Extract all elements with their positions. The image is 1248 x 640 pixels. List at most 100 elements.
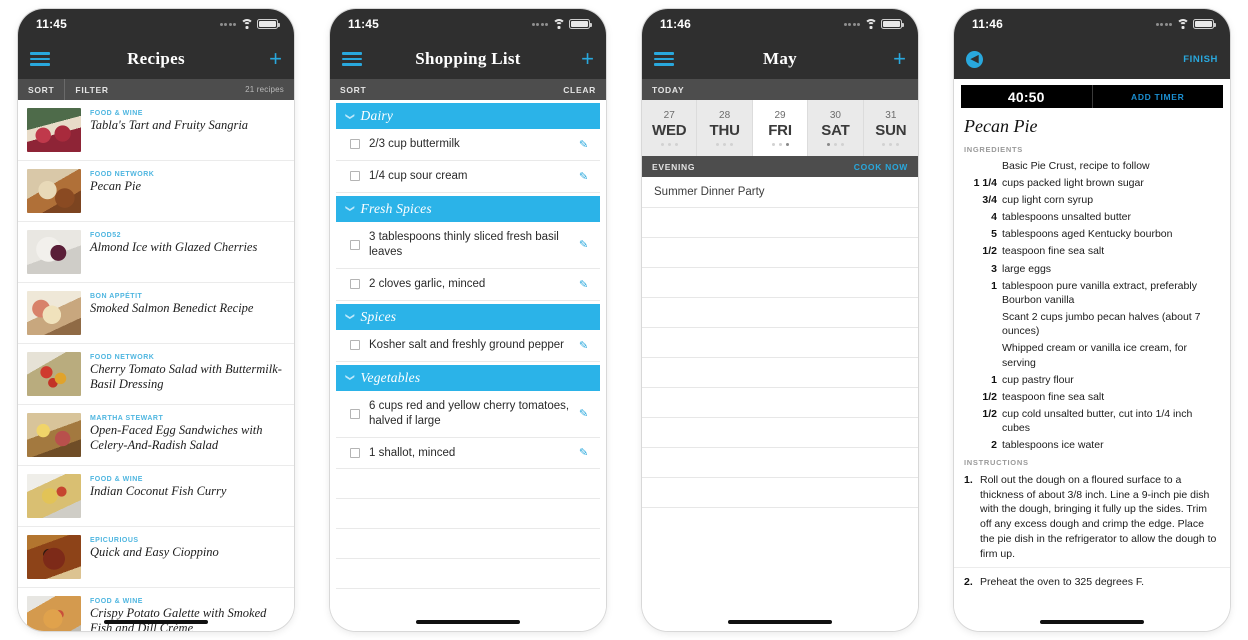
checkbox[interactable] [350, 239, 360, 250]
calendar-day-number: 28 [719, 110, 731, 121]
edit-pencil-icon[interactable]: ✎ [579, 446, 589, 459]
recipe-detail-body[interactable]: Pecan Pie INGREDIENTS Basic Pie Crust, r… [954, 108, 1230, 631]
recipe-list[interactable]: FOOD & WINE Tabla's Tart and Fruity Sangr… [18, 100, 294, 631]
empty-event-row[interactable] [642, 238, 918, 268]
checkbox[interactable] [350, 408, 360, 419]
pecan-pie-photo [27, 169, 81, 213]
calendar-day-thu[interactable]: 28 THU [697, 100, 753, 156]
empty-event-row[interactable] [642, 208, 918, 238]
plus-icon[interactable]: + [893, 48, 906, 70]
calendar-day-number: 29 [774, 110, 786, 121]
shopping-section-header[interactable]: ❯ Vegetables [336, 364, 600, 391]
checkbox[interactable] [350, 171, 360, 182]
instruction-number: 1. [964, 474, 973, 487]
signal-icon [1155, 22, 1172, 26]
calendar-day-sun[interactable]: 31 SUN [863, 100, 918, 156]
clear-button[interactable]: CLEAR [553, 85, 606, 95]
shopping-list-item[interactable]: 6 cups red and yellow cherry tomatoes, h… [336, 391, 600, 438]
edit-pencil-icon[interactable]: ✎ [579, 138, 589, 151]
recipe-list-item[interactable]: FOOD & WINE Indian Coconut Fish Curry [18, 466, 294, 527]
ingredient-text: large eggs [1002, 262, 1052, 275]
ingredient-row: 1/2 cup cold unsalted butter, cut into 1/… [954, 406, 1230, 437]
edit-pencil-icon[interactable]: ✎ [579, 278, 589, 291]
shopping-list-item[interactable]: 2/3 cup buttermilk ✎ [336, 129, 600, 161]
shopping-list-item[interactable]: 3 tablespoons thinly sliced fresh basil … [336, 222, 600, 269]
empty-list-row[interactable] [336, 559, 600, 590]
ingredient-text: teaspoon fine sea salt [1002, 245, 1105, 258]
empty-event-row[interactable] [642, 418, 918, 448]
hamburger-menu-icon[interactable] [30, 52, 50, 66]
empty-event-row[interactable] [642, 478, 918, 508]
recipe-list-item[interactable]: MARTHA STEWART Open-Faced Egg Sandwiches … [18, 405, 294, 466]
back-arrow-icon[interactable]: ◀ [966, 50, 983, 68]
sort-button[interactable]: SORT [330, 79, 376, 100]
instructions-list: 1. Roll out the dough on a floured surfac… [954, 470, 1230, 596]
add-timer-button[interactable]: ADD TIMER [1093, 85, 1224, 108]
hamburger-menu-icon[interactable] [342, 52, 362, 66]
cook-now-button[interactable]: COOK NOW [844, 162, 918, 172]
shopping-list-item[interactable]: 1 shallot, minced ✎ [336, 438, 600, 470]
phone-panel-recipe-detail: 11:46 ◀ FINISH 40:50 ADD TIMER Pecan Pie… [936, 0, 1248, 640]
plus-icon[interactable]: + [269, 48, 282, 70]
recipe-list-item[interactable]: BON APPÉTIT Smoked Salmon Benedict Recipe [18, 283, 294, 344]
checkbox[interactable] [350, 340, 360, 351]
empty-event-row[interactable] [642, 358, 918, 388]
calendar-day-name: THU [709, 122, 740, 139]
ingredient-quantity: 1/2 [982, 408, 997, 421]
plus-icon[interactable]: + [581, 48, 594, 70]
checkbox[interactable] [350, 279, 360, 290]
calendar-day-number: 27 [663, 110, 675, 121]
filter-button[interactable]: FILTER [65, 79, 118, 100]
recipe-list-item[interactable]: FOOD NETWORK Pecan Pie [18, 161, 294, 222]
edit-pencil-icon[interactable]: ✎ [579, 338, 589, 351]
calendar-day-sat[interactable]: 30 SAT [808, 100, 864, 156]
shopping-list-item[interactable]: Kosher salt and freshly ground pepper ✎ [336, 330, 600, 362]
empty-event-row[interactable] [642, 328, 918, 358]
ingredient-quantity: 1 [991, 279, 997, 292]
recipe-list-item[interactable]: FOOD & WINE Crispy Potato Galette with Sm… [18, 588, 294, 631]
checkbox[interactable] [350, 447, 360, 458]
potato-galette-photo [27, 596, 81, 631]
hamburger-menu-icon[interactable] [654, 52, 674, 66]
timer-value[interactable]: 40:50 [961, 85, 1093, 108]
shopping-list[interactable]: ❯ Dairy 2/3 cup buttermilk ✎ 1/4 cup sour cr… [330, 100, 606, 631]
shopping-section-header[interactable]: ❯ Dairy [336, 103, 600, 129]
recipe-count: 21 recipes [245, 85, 284, 94]
empty-list-row[interactable] [336, 499, 600, 530]
edit-pencil-icon[interactable]: ✎ [579, 407, 589, 420]
checkbox[interactable] [350, 139, 360, 150]
recipe-list-item[interactable]: EPICURIOUS Quick and Easy Cioppino [18, 527, 294, 588]
today-toolbar: TODAY [642, 79, 918, 100]
shopping-section-header[interactable]: ❯ Fresh Spices [336, 195, 600, 222]
ingredients-heading: INGREDIENTS [964, 145, 1023, 154]
recipe-list-item[interactable]: FOOD & WINE Tabla's Tart and Fruity Sangr… [18, 100, 294, 161]
calendar-day-fri[interactable]: 29 FRI [752, 100, 809, 156]
battery-icon [1193, 19, 1216, 29]
shopping-list-item[interactable]: 2 cloves garlic, minced ✎ [336, 269, 600, 301]
edit-pencil-icon[interactable]: ✎ [579, 238, 589, 251]
ingredient-row: Whipped cream or vanilla ice cream, for … [954, 340, 1230, 371]
sort-button[interactable]: SORT [18, 79, 66, 100]
recipe-list-item[interactable]: FOOD52 Almond Ice with Glazed Cherries [18, 222, 294, 283]
empty-event-row[interactable] [642, 268, 918, 298]
ingredient-row: 5 tablespoons aged Kentucky bourbon [954, 226, 1230, 243]
empty-list-row[interactable] [336, 529, 600, 560]
recipe-list-item[interactable]: FOOD NETWORK Cherry Tomato Salad with But… [18, 344, 294, 405]
finish-button[interactable]: FINISH [1183, 54, 1218, 65]
today-button[interactable]: TODAY [642, 79, 694, 100]
recipe-title: Almond Ice with Glazed Cherries [90, 240, 258, 254]
meal-toolbar: EVENING COOK NOW [642, 156, 918, 177]
edit-pencil-icon[interactable]: ✎ [579, 170, 589, 183]
empty-event-row[interactable] [642, 298, 918, 328]
ingredient-quantity: 5 [991, 228, 997, 241]
empty-event-row[interactable] [642, 388, 918, 418]
calendar-day-wed[interactable]: 27 WED [642, 100, 698, 156]
status-bar: 11:46 [642, 9, 918, 39]
shopping-section-header[interactable]: ❯ Spices [336, 303, 600, 330]
calendar-day-strip[interactable]: 27 WED 28 THU 29 FRI 30 SAT 31 SUN [642, 100, 918, 156]
empty-list-row[interactable] [336, 469, 600, 500]
event-list[interactable]: Summer Dinner Party [642, 177, 918, 631]
calendar-event-row[interactable]: Summer Dinner Party [642, 177, 918, 208]
shopping-list-item[interactable]: 1/4 cup sour cream ✎ [336, 161, 600, 193]
empty-event-row[interactable] [642, 448, 918, 478]
